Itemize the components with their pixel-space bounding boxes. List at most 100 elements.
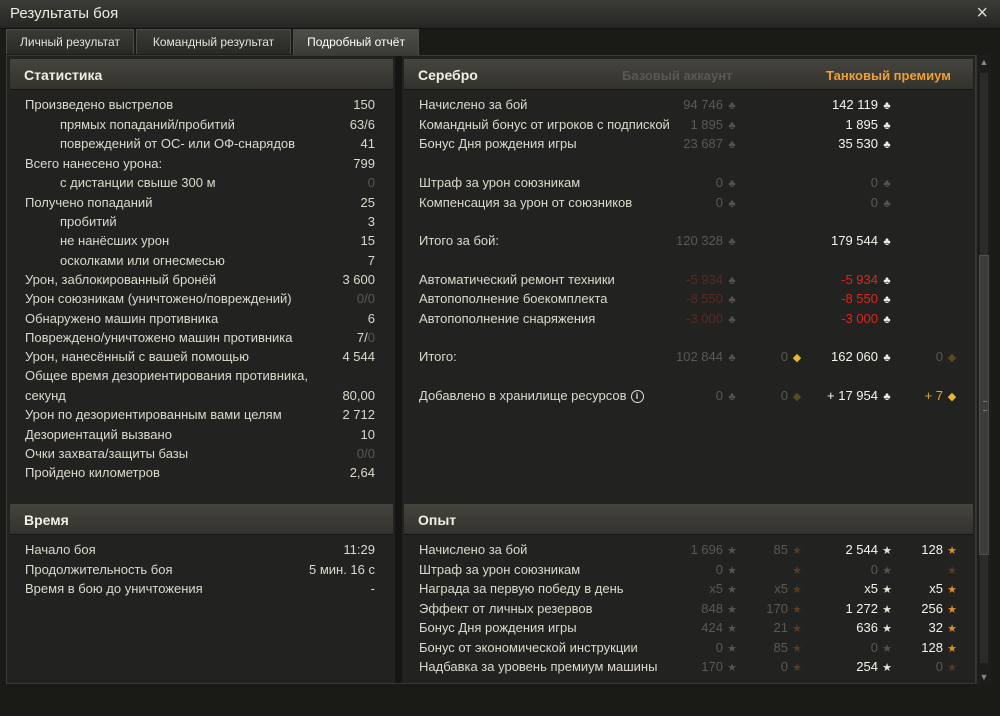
credit-icon: ♣ <box>728 198 736 210</box>
silver-base-value: -3 000 ♣ <box>686 311 738 326</box>
silver-label: Автопополнение боекомплекта <box>419 291 608 306</box>
time-label: Начало боя <box>25 542 96 557</box>
base-gold-value: 0 ◆ <box>781 349 803 364</box>
base-account-column-header: Базовый аккаунт <box>622 68 733 83</box>
premium-gold-value: 0 ◆ <box>936 349 958 364</box>
silver-label-text: Добавлено в хранилище ресурсов <box>419 388 627 403</box>
xp-star-icon: ★ <box>882 643 892 655</box>
stat-row: с дистанции свыше 300 м 0 <box>10 175 393 194</box>
credit-icon: ♣ <box>883 294 891 306</box>
scroll-down-icon[interactable]: ▼ <box>977 672 991 682</box>
stat-label: Общее время дезориентирования противника… <box>25 368 308 383</box>
experience-title: Опыт <box>418 512 457 528</box>
xp-row: Бонус Дня рождения игры 424 ★ 21 ★ 636 ★ 32 ★ <box>404 620 973 639</box>
xp-value-base-xp: 848 ★ <box>701 601 738 616</box>
premium-credits: + 17 954 <box>827 388 878 403</box>
silver-base-value: 0 ♣ <box>716 195 738 210</box>
base-credits: 120 328 <box>676 233 723 248</box>
info-icon[interactable]: i <box>630 390 644 404</box>
credit-icon: ♣ <box>883 198 891 210</box>
premium-credits: 0 <box>870 175 878 190</box>
gold-icon: ◆ <box>947 391 957 403</box>
base-credits: 0 <box>715 195 723 210</box>
stat-label: не нанёсших урон <box>60 233 170 248</box>
xp-number: 128 <box>921 542 943 557</box>
silver-label-text: Командный бонус от игроков с подпиской <box>419 117 670 132</box>
stat-label: Пройдено километров <box>25 465 160 480</box>
xp-value-base-xp: 1 696 ★ <box>690 542 738 557</box>
stat-label: прямых попаданий/пробитий <box>60 117 235 132</box>
stat-row: Очки захвата/защиты базы 0/0 <box>10 446 393 465</box>
premium-credits: 0 <box>870 195 878 210</box>
silver-row: Бонус Дня рождения игры 23 687 ♣ 35 530 ♣ <box>404 136 973 155</box>
free-xp-star-icon: ★ <box>947 545 957 557</box>
premium-credits: -5 934 <box>841 272 878 287</box>
scroll-thumb[interactable] <box>979 255 989 555</box>
xp-number: 128 <box>921 640 943 655</box>
silver-base-value: 120 328 ♣ <box>676 233 738 248</box>
base-credits: -5 934 <box>686 272 723 287</box>
stat-value: 3 <box>367 214 375 229</box>
tab-team-result[interactable]: Командный результат <box>136 29 291 54</box>
xp-number: x5 <box>774 581 788 596</box>
stat-label: Всего нанесено урона: <box>25 156 163 171</box>
close-icon[interactable]: × <box>976 2 988 25</box>
xp-value-prem-fxp: 128 ★ <box>921 542 958 557</box>
time-row: Продолжительность боя 5 мин. 16 с <box>10 562 393 581</box>
silver-premium-value: -5 934 ♣ <box>841 272 893 287</box>
credit-icon: ♣ <box>728 178 736 190</box>
tab-personal-result[interactable]: Личный результат <box>6 29 134 54</box>
xp-number: 85 <box>773 542 788 557</box>
xp-star-icon: ★ <box>727 643 737 655</box>
free-xp-star-icon: ★ <box>792 643 802 655</box>
xp-label: Надбавка за уровень премиум машины <box>419 659 658 674</box>
scroll-up-icon[interactable]: ▲ <box>977 57 991 67</box>
premium-gold: + 7 <box>924 388 943 403</box>
silver-label-text: Штраф за урон союзникам <box>419 175 581 190</box>
xp-row: Штраф за урон союзникам 0 ★ ★ 0 ★ ★ <box>404 562 973 581</box>
xp-star-icon: ★ <box>882 662 892 674</box>
time-row: Время в бою до уничтожения - <box>10 581 393 600</box>
xp-row: Надбавка за уровень премиум машины 170 ★ 0 ★… <box>404 659 973 678</box>
xp-label: Награда за первую победу в день <box>419 581 624 596</box>
base-credits: 0 <box>715 388 723 403</box>
xp-number: 2 544 <box>845 542 878 557</box>
statistics-title: Статистика <box>24 67 103 83</box>
credit-icon: ♣ <box>728 391 736 403</box>
credit-icon: ♣ <box>883 139 891 151</box>
credit-icon: ♣ <box>728 294 736 306</box>
base-credits: -3 000 <box>686 311 723 326</box>
stat-value-part: 0 <box>367 330 375 345</box>
time-value: - <box>370 581 375 596</box>
xp-label: Начислено за бой <box>419 542 528 557</box>
stat-row: осколками или огнесмесью 7 <box>10 253 393 272</box>
premium-gold-value: + 7 ◆ <box>925 388 958 403</box>
xp-number: 0 <box>870 562 878 577</box>
stat-label: Урон, заблокированный бронёй <box>25 272 217 287</box>
xp-number: 0 <box>715 640 723 655</box>
stat-label: осколками или огнесмесью <box>60 253 225 268</box>
silver-row: Автоматический ремонт техники -5 934 ♣ -5 9… <box>404 272 973 291</box>
xp-star-icon: ★ <box>882 545 892 557</box>
stat-value: 41 <box>360 136 375 151</box>
stat-label: секунд <box>25 388 66 403</box>
scrollbar[interactable]: ▲ ▼ <box>976 55 991 684</box>
detailed-report-content: Статистика Произведено выстрелов 150 прямы… <box>6 55 976 684</box>
xp-number: 254 <box>856 659 878 674</box>
stat-value: 15 <box>360 233 375 248</box>
base-credits: -8 550 <box>686 291 723 306</box>
base-credits: 94 746 <box>683 97 723 112</box>
base-credits: 23 687 <box>683 136 723 151</box>
stat-row: прямых попаданий/пробитий 63/6 <box>10 117 393 136</box>
xp-number: 32 <box>928 620 943 635</box>
tab-detailed-report[interactable]: Подробный отчёт <box>293 29 419 56</box>
stat-row: Урон, заблокированный бронёй 3 600 <box>10 272 393 291</box>
xp-value-prem-fxp: 32 ★ <box>929 620 958 635</box>
premium-gold: 0 <box>935 349 943 364</box>
xp-value-prem-fxp: ★ <box>943 562 958 577</box>
gold-icon: ◆ <box>792 391 802 403</box>
credit-icon: ♣ <box>728 100 736 112</box>
free-xp-star-icon: ★ <box>947 623 957 635</box>
free-xp-star-icon: ★ <box>792 662 802 674</box>
silver-row: Автопополнение боекомплекта -8 550 ♣ -8 550… <box>404 291 973 310</box>
